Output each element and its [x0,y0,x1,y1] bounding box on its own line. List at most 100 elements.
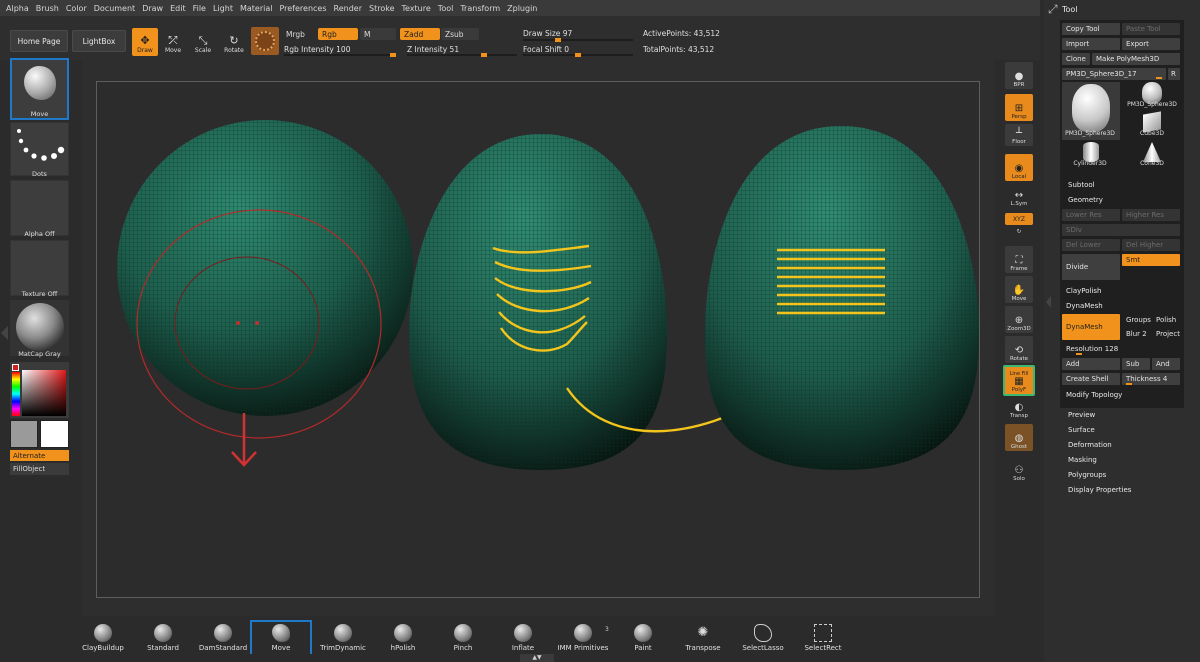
brush-inflate[interactable]: Inflate [492,622,554,654]
surface-section[interactable]: Surface [1068,426,1095,434]
polyf-button[interactable]: Line Fill ▦ PolyF [1003,365,1035,396]
rgb-button[interactable]: Rgb [318,28,358,40]
menu-color[interactable]: Color [66,4,87,13]
thickness-slider[interactable]: Thickness 4 [1122,373,1180,385]
home-page-button[interactable]: Home Page [10,30,68,52]
brush-selectlasso[interactable]: SelectLasso [732,622,794,654]
modify-topology-section[interactable]: Modify Topology [1066,391,1122,399]
r-button[interactable]: R [1168,68,1180,80]
fillobject-button[interactable]: FillObject [10,463,69,475]
import-button[interactable]: Import [1062,38,1120,50]
masking-section[interactable]: Masking [1068,456,1097,464]
shelf-expand-icon[interactable]: ▲▼ [520,654,554,662]
menu-material[interactable]: Material [240,4,273,13]
menu-alpha[interactable]: Alpha [6,4,29,13]
menu-preferences[interactable]: Preferences [279,4,326,13]
dynamesh-section[interactable]: DynaMesh [1066,302,1103,310]
menu-brush[interactable]: Brush [36,4,59,13]
panel-pin-icon[interactable]: ⤢ [1048,2,1058,17]
menu-stroke[interactable]: Stroke [369,4,395,13]
menu-file[interactable]: File [193,4,206,13]
move-view-button[interactable]: ✋ Move [1005,276,1033,303]
make-polymesh-button[interactable]: Make PolyMesh3D [1092,53,1180,65]
brush-trimdynamic[interactable]: TrimDynamic [312,622,374,654]
sub-button[interactable]: Sub [1122,358,1150,370]
menu-draw[interactable]: Draw [142,4,163,13]
lower-res-button[interactable]: Lower Res [1062,209,1120,221]
lsym-button[interactable]: ↔ L.Sym [1005,186,1033,208]
right-tray-collapse-icon[interactable] [1046,296,1051,308]
draw-mode-button[interactable]: ✥ Draw [132,28,158,56]
project-button[interactable]: Project [1152,328,1180,340]
claypolish-section[interactable]: ClayPolish [1066,287,1102,295]
frame-button[interactable]: ⛶ Frame [1005,246,1033,273]
saturation-value-square[interactable] [22,370,66,416]
alpha-thumbnail[interactable] [10,180,69,236]
menu-light[interactable]: Light [213,4,233,13]
brush-damstandard[interactable]: DamStandard [192,622,254,654]
draw-size-slider[interactable] [523,38,633,42]
scale-mode-button[interactable]: ⤡ Scale [190,28,216,56]
create-shell-button[interactable]: Create Shell [1062,373,1120,385]
preview-section[interactable]: Preview [1068,411,1095,419]
display-properties-section[interactable]: Display Properties [1068,486,1131,494]
alternate-button[interactable]: Alternate [10,450,69,461]
menu-texture[interactable]: Texture [402,4,431,13]
mrgb-button[interactable]: Mrgb [282,28,316,40]
material-thumbnail[interactable] [10,300,69,356]
menu-edit[interactable]: Edit [170,4,186,13]
menu-document[interactable]: Document [94,4,135,13]
polygroups-section[interactable]: Polygroups [1068,471,1106,479]
resolution-slider[interactable]: Resolution 128 [1062,343,1180,355]
color-picker[interactable] [10,362,69,418]
brush-transpose[interactable]: ✺ Transpose [672,622,734,654]
secondary-color-swatch[interactable] [40,420,69,448]
transp-button[interactable]: ◐ Transp [1005,398,1033,420]
and-button[interactable]: And [1152,358,1180,370]
higher-res-button[interactable]: Higher Res [1122,209,1180,221]
zadd-button[interactable]: Zadd [400,28,440,40]
material-swatch[interactable] [251,27,279,55]
z-intensity-slider[interactable] [407,53,517,57]
menu-tool[interactable]: Tool [438,4,454,13]
current-tool-slider[interactable]: PM3D_Sphere3D_17 [1062,68,1166,80]
geometry-section[interactable]: Geometry [1068,196,1103,204]
zsub-button[interactable]: Zsub [441,28,479,40]
menu-transform[interactable]: Transform [460,4,500,13]
m-button[interactable]: M [360,28,396,40]
main-color-swatch[interactable] [10,420,38,448]
dynamesh-button[interactable]: DynaMesh [1062,314,1120,340]
local-button[interactable]: ◉ Local [1005,154,1033,181]
brush-move[interactable]: Move [250,620,312,654]
rotate-view-button[interactable]: ⟲ Rotate [1005,336,1033,363]
brush-paint[interactable]: Paint [612,622,674,654]
subtool-section[interactable]: Subtool [1068,181,1095,189]
persp-button[interactable]: ⊞ Persp [1005,94,1033,121]
menu-render[interactable]: Render [334,4,362,13]
divide-button[interactable]: Divide [1062,254,1120,280]
del-lower-button[interactable]: Del Lower [1062,239,1120,251]
hue-strip[interactable] [12,372,20,416]
ghost-button[interactable]: ◍ Ghost [1005,424,1033,451]
rgb-intensity-slider[interactable] [284,53,396,57]
groups-button[interactable]: Groups [1122,314,1152,326]
paste-tool-button[interactable]: Paste Tool [1122,23,1180,35]
rotate-mode-button[interactable]: ↻ Rotate [221,28,247,56]
brush-claybuildup[interactable]: ClayBuildup [72,622,134,654]
add-button[interactable]: Add [1062,358,1120,370]
lightbox-button[interactable]: LightBox [72,30,126,52]
sdiv-slider[interactable]: SDiv [1062,224,1180,236]
xyz-button[interactable]: XYZ [1005,213,1033,225]
texture-thumbnail[interactable] [10,240,69,296]
brush-hpolish[interactable]: hPolish [372,622,434,654]
zoom3d-button[interactable]: ⊕ Zoom3D [1005,306,1033,333]
polish-button[interactable]: Polish [1152,314,1180,326]
brush-standard[interactable]: Standard [132,622,194,654]
focal-shift-slider[interactable] [523,53,633,57]
brush-pinch[interactable]: Pinch [432,622,494,654]
brush-selectrect[interactable]: SelectRect [792,622,854,654]
stroke-thumbnail[interactable] [10,122,69,176]
blur-slider[interactable]: Blur 2 [1122,328,1150,340]
copy-tool-button[interactable]: Copy Tool [1062,23,1120,35]
floor-button[interactable]: ┴ Floor [1005,124,1033,146]
